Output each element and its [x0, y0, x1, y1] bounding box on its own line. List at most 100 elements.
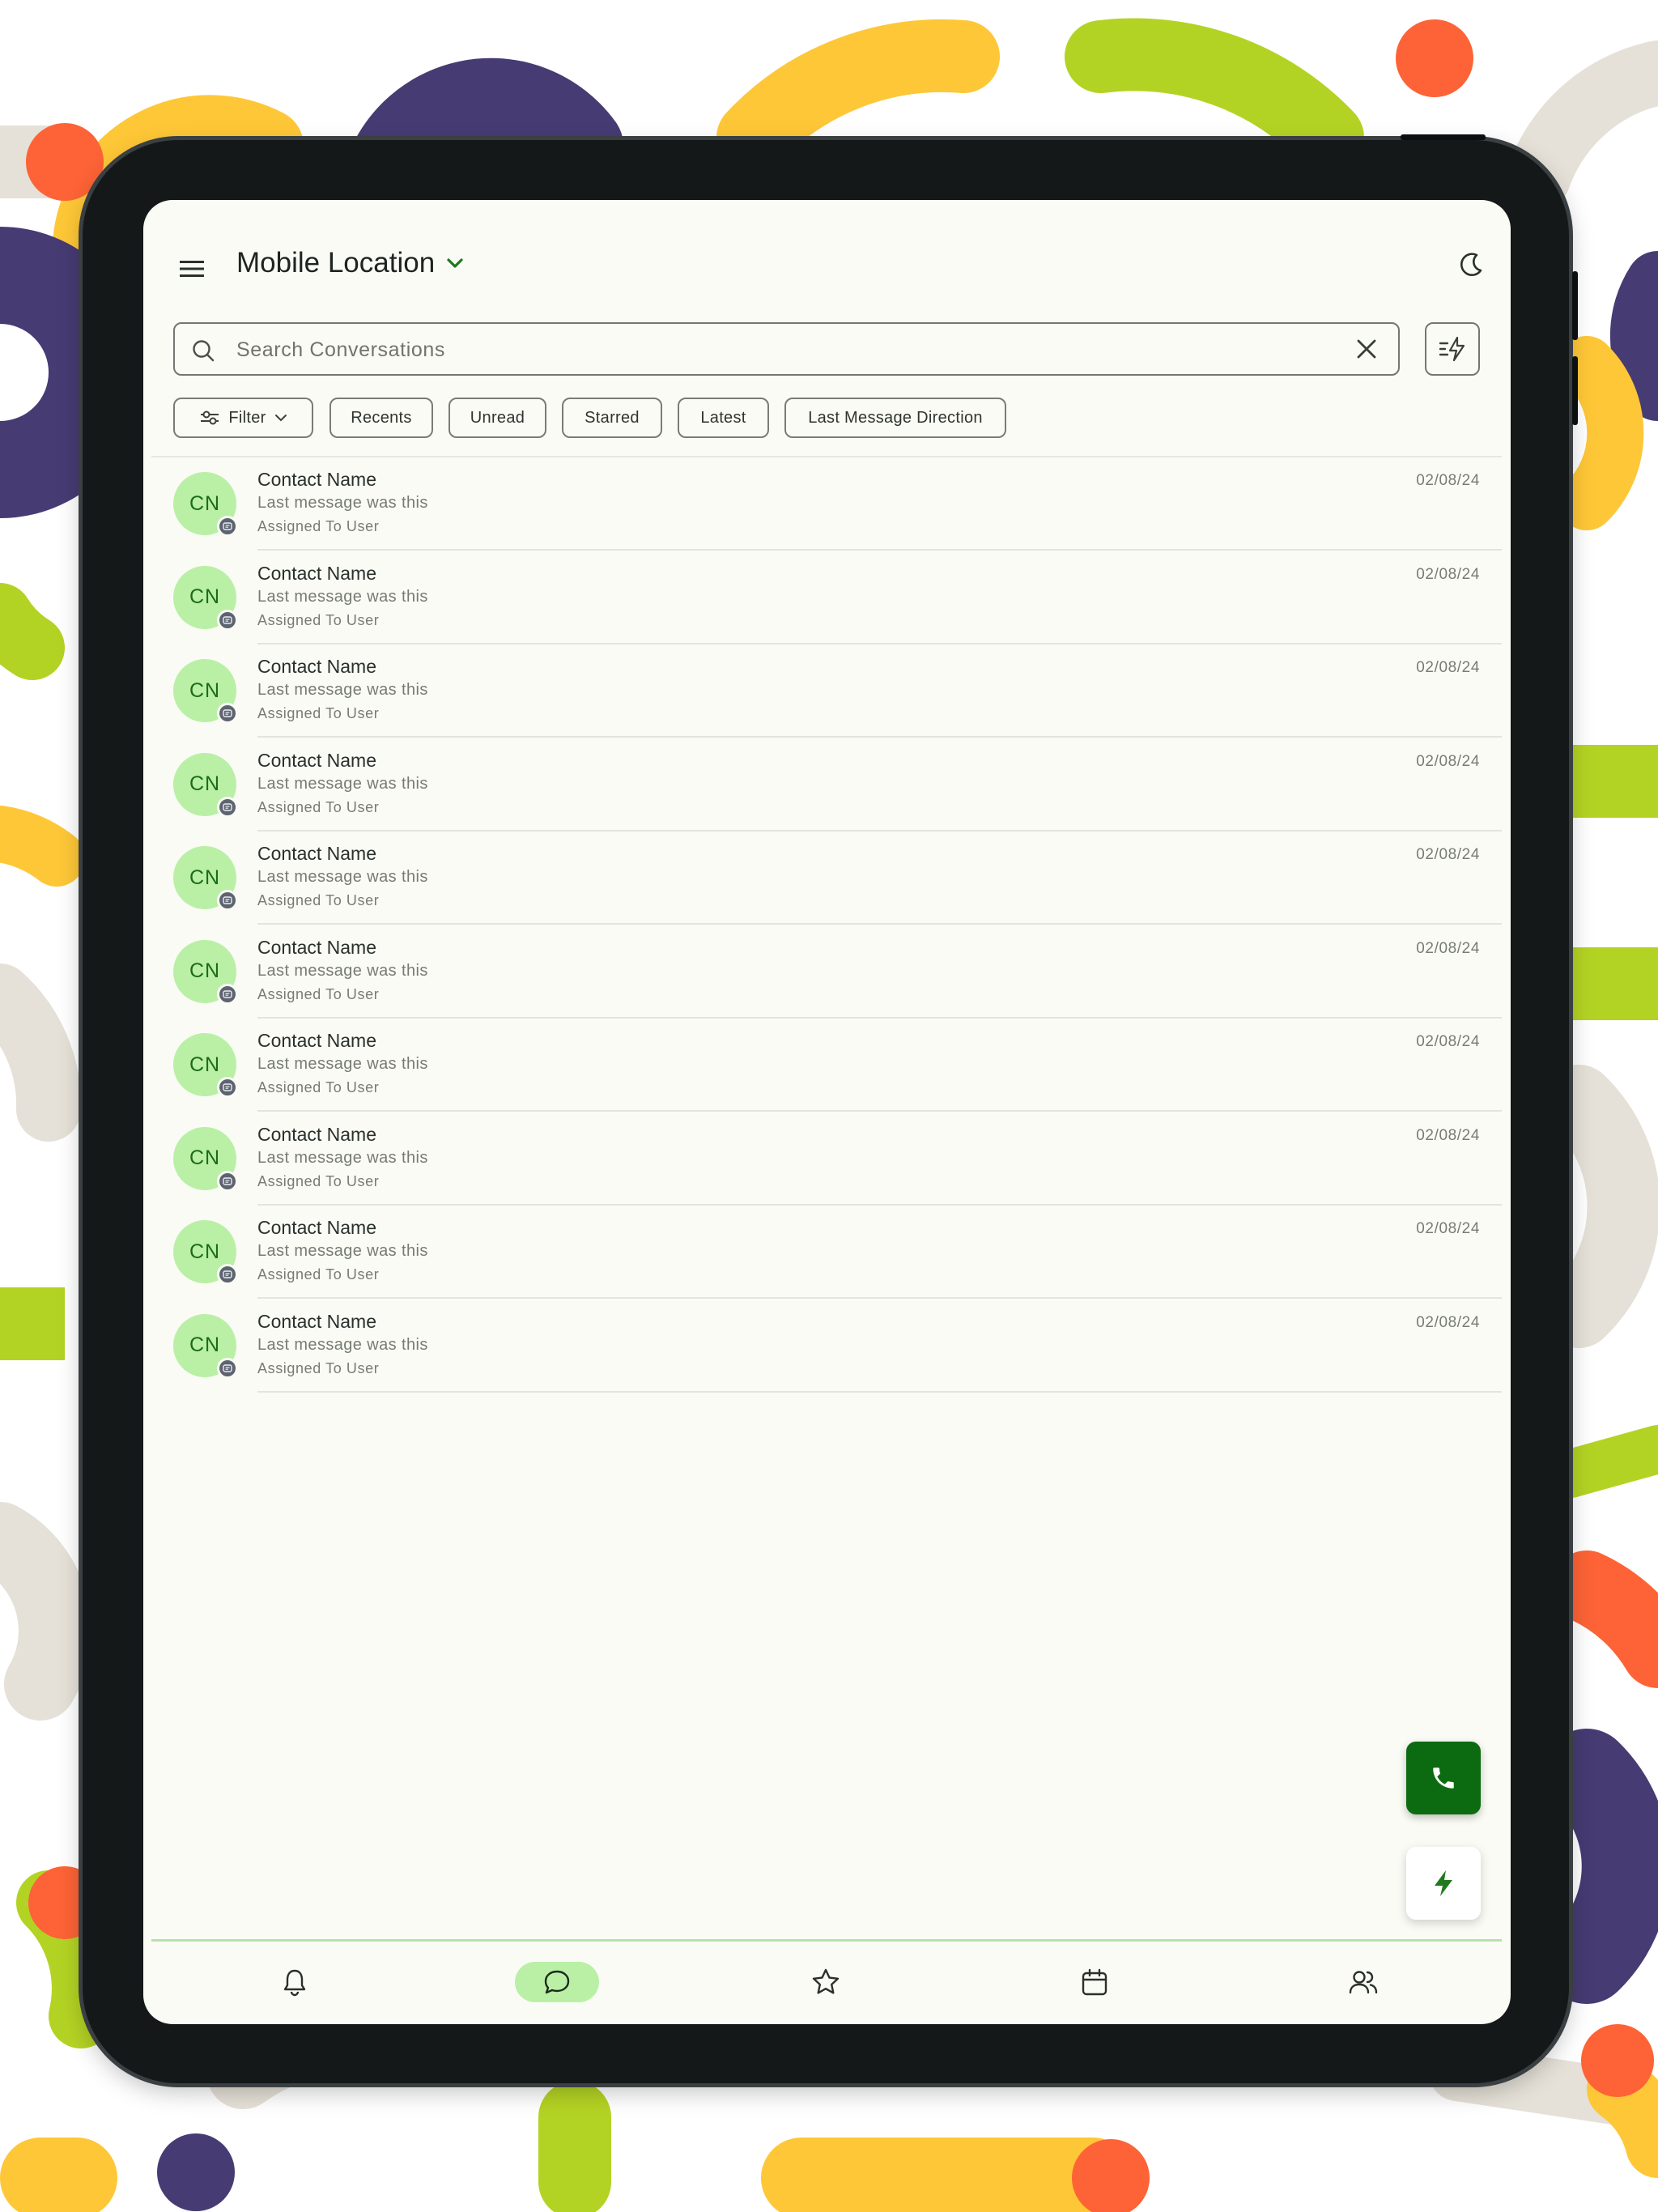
message-date: 02/08/24: [1416, 1033, 1480, 1050]
channel-badge: [217, 1077, 238, 1098]
dark-mode-toggle[interactable]: [1451, 245, 1491, 285]
location-selector[interactable]: Mobile Location: [236, 247, 464, 279]
channel-badge: [217, 890, 238, 911]
contact-name: Contact Name: [257, 1030, 377, 1051]
contacts-icon: [1349, 1971, 1378, 1994]
quick-action-button[interactable]: [1406, 1847, 1481, 1920]
conversation-row[interactable]: CN Contact Name Last message was this Assig…: [151, 832, 1502, 925]
message-date: 02/08/24: [1416, 1220, 1480, 1237]
channel-badge: [217, 1170, 238, 1192]
last-message: Last message was this: [257, 774, 428, 793]
conversation-row[interactable]: CN Contact Name Last message was this Assig…: [151, 738, 1502, 832]
contact-name: Contact Name: [257, 562, 377, 584]
last-message: Last message was this: [257, 1335, 428, 1354]
message-channel-icon: [223, 1083, 232, 1091]
tablet-top-button: [1401, 134, 1486, 140]
bell-icon: [283, 1969, 306, 1997]
conversation-row[interactable]: CN Contact Name Last message was this Assig…: [151, 925, 1502, 1019]
message-channel-icon: [223, 1363, 232, 1372]
unread-chip[interactable]: Unread: [449, 398, 546, 438]
starred-chip[interactable]: Starred: [562, 398, 662, 438]
last-message: Last message was this: [257, 961, 428, 980]
latest-chip[interactable]: Latest: [678, 398, 769, 438]
message-channel-icon: [223, 709, 232, 717]
last-message: Last message was this: [257, 868, 428, 886]
conversation-row[interactable]: CN Contact Name Last message was this Assig…: [151, 1112, 1502, 1206]
chat-icon: [544, 1970, 570, 1994]
quick-filter-button[interactable]: [1425, 322, 1480, 376]
conversation-row[interactable]: CN Contact Name Last message was this Assig…: [151, 1019, 1502, 1112]
message-date: 02/08/24: [1416, 846, 1480, 863]
contact-name: Contact Name: [257, 843, 377, 864]
assigned-user: Assigned To User: [257, 611, 380, 628]
row-divider: [257, 1390, 1502, 1393]
assigned-user: Assigned To User: [257, 1172, 380, 1189]
channel-badge: [217, 796, 238, 818]
contact-name: Contact Name: [257, 469, 377, 490]
message-date: 02/08/24: [1416, 1313, 1480, 1331]
app-screen: Mobile Location Search Conversations Fil…: [143, 200, 1511, 2024]
chip-label: Unread: [470, 408, 525, 427]
nav-starred[interactable]: [784, 1962, 868, 2002]
message-date: 02/08/24: [1416, 752, 1480, 770]
message-channel-icon: [223, 989, 232, 998]
chevron-down-icon: [274, 415, 287, 422]
star-icon: [812, 1968, 840, 1994]
close-icon: [1357, 339, 1376, 359]
clear-search-button[interactable]: [1349, 331, 1384, 367]
bottom-navigation: [151, 1939, 1502, 2024]
recents-chip[interactable]: Recents: [329, 398, 433, 438]
message-channel-icon: [223, 802, 232, 811]
chip-label: Last Message Direction: [808, 408, 983, 427]
assigned-user: Assigned To User: [257, 518, 380, 534]
assigned-user: Assigned To User: [257, 1266, 380, 1283]
contact-name: Contact Name: [257, 1123, 377, 1145]
assigned-user: Assigned To User: [257, 705, 380, 721]
channel-badge: [217, 1357, 238, 1379]
nav-contacts[interactable]: [1321, 1962, 1405, 2002]
last-message: Last message was this: [257, 1055, 428, 1073]
last-message: Last message was this: [257, 587, 428, 606]
channel-badge: [217, 983, 238, 1005]
last-message: Last message was this: [257, 1148, 428, 1167]
assigned-user: Assigned To User: [257, 985, 380, 1002]
contact-name: Contact Name: [257, 936, 377, 958]
nav-conversations[interactable]: [515, 1962, 599, 2002]
search-bar: [173, 322, 1400, 376]
phone-icon: [1433, 1767, 1454, 1789]
contact-name: Contact Name: [257, 1217, 377, 1238]
filter-chip[interactable]: Filter: [173, 398, 313, 438]
menu-button[interactable]: [172, 249, 212, 289]
contact-name: Contact Name: [257, 656, 377, 677]
conversation-row[interactable]: CN Contact Name Last message was this Assig…: [151, 457, 1502, 551]
last-message-direction-chip[interactable]: Last Message Direction: [784, 398, 1006, 438]
message-channel-icon: [223, 522, 232, 530]
conversation-row[interactable]: CN Contact Name Last message was this Assig…: [151, 644, 1502, 738]
contact-name: Contact Name: [257, 1310, 377, 1332]
channel-badge: [217, 1264, 238, 1285]
chevron-down-icon: [447, 258, 463, 268]
chip-label: Starred: [585, 408, 640, 427]
sliders-icon: [201, 410, 219, 425]
filter-bolt-icon: [1439, 336, 1465, 362]
conversation-row[interactable]: CN Contact Name Last message was this Assig…: [151, 1300, 1502, 1393]
page-title: Mobile Location: [236, 247, 436, 279]
conversation-row[interactable]: CN Contact Name Last message was this Assig…: [151, 1206, 1502, 1299]
call-button[interactable]: [1406, 1742, 1481, 1814]
last-message: Last message was this: [257, 1242, 428, 1260]
nav-calendar[interactable]: [1052, 1962, 1137, 2002]
message-channel-icon: [223, 1270, 232, 1278]
search-input[interactable]: [235, 330, 1307, 369]
tablet-side-button: [1572, 356, 1578, 425]
channel-badge: [217, 703, 238, 724]
assigned-user: Assigned To User: [257, 1079, 380, 1095]
last-message: Last message was this: [257, 681, 428, 699]
message-channel-icon: [223, 1176, 232, 1185]
message-date: 02/08/24: [1416, 472, 1480, 489]
conversation-row[interactable]: CN Contact Name Last message was this Assig…: [151, 551, 1502, 644]
assigned-user: Assigned To User: [257, 1359, 380, 1376]
nav-notifications[interactable]: [253, 1962, 337, 2002]
calendar-icon: [1082, 1968, 1107, 1996]
nav-divider: [151, 1939, 1502, 1942]
contact-name: Contact Name: [257, 749, 377, 771]
